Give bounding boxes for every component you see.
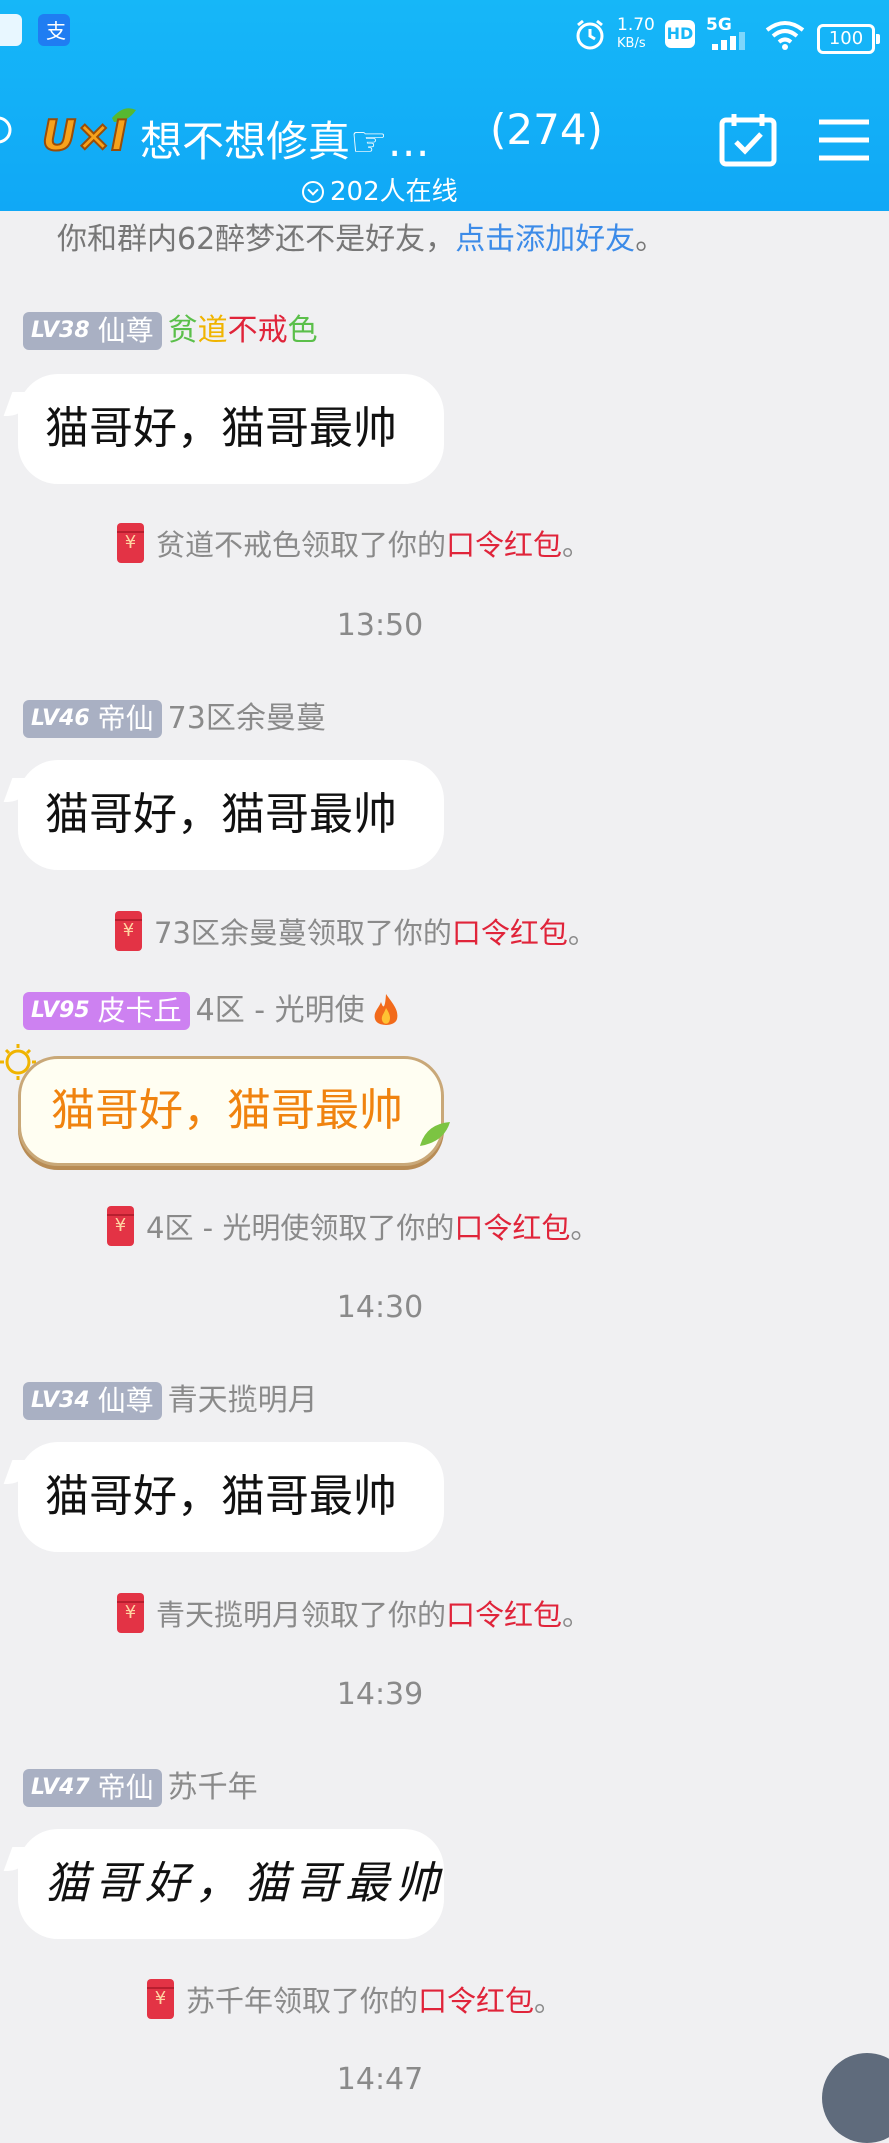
- sender-name-char: 色: [287, 313, 318, 348]
- level-label: LV95: [31, 998, 90, 1023]
- red-packet-receipt: ¥ 4区 - 光明使领取了你的口令红包。: [107, 1203, 599, 1249]
- red-packet-link[interactable]: 口令红包: [452, 916, 568, 950]
- level-label: LV34: [31, 1388, 90, 1413]
- red-packet-link[interactable]: 口令红包: [418, 1984, 534, 2018]
- level-title: 帝仙: [97, 702, 154, 735]
- red-packet-receipt: ¥ 73区余曼蔓领取了你的口令红包。: [115, 908, 597, 954]
- message-bubble[interactable]: 猫哥好，猫哥最帅: [18, 374, 444, 484]
- receipt-text: 苏千年领取了你的: [186, 1984, 419, 2018]
- hd-badge: HD: [665, 20, 695, 48]
- alipay-notification-icon: 支: [38, 14, 70, 46]
- expand-circle-icon: [302, 181, 324, 203]
- level-badge: LV47 帝仙: [23, 1769, 162, 1807]
- message-sender[interactable]: LV95 皮卡丘 4区 - 光明使: [23, 992, 401, 1030]
- back-icon[interactable]: [0, 112, 20, 152]
- red-envelope-icon: ¥: [107, 1206, 134, 1246]
- wifi-icon: [765, 21, 805, 50]
- red-envelope-icon: ¥: [147, 1979, 174, 2019]
- svg-text:U×I: U×I: [42, 111, 127, 160]
- battery-indicator: 100: [817, 24, 880, 54]
- alarm-icon: [576, 19, 604, 50]
- receipt-text: 贫道不戒色领取了你的: [156, 528, 447, 562]
- red-packet-link[interactable]: 口令红包: [446, 1598, 562, 1632]
- red-packet-receipt: ¥ 青天揽明月领取了你的口令红包。: [117, 1590, 591, 1636]
- level-title: 仙尊: [97, 314, 154, 347]
- message-bubble[interactable]: 猫哥好，猫哥最帅: [18, 760, 444, 870]
- message-sender[interactable]: LV38 仙尊 贫道不戒色: [23, 312, 318, 350]
- red-envelope-icon: ¥: [117, 1593, 144, 1633]
- notice-text: 你和群内62醉梦还不是好友，: [57, 222, 456, 257]
- online-count: 202人在线: [330, 177, 458, 207]
- red-envelope-icon: ¥: [115, 911, 142, 951]
- sender-name[interactable]: 青天揽明月: [168, 1382, 318, 1420]
- level-badge: LV38 仙尊: [23, 312, 162, 350]
- message-sender[interactable]: LV46 帝仙 73区余曼蔓: [23, 700, 326, 738]
- receipt-end: 。: [534, 1984, 564, 2018]
- sender-name[interactable]: 73区余曼蔓: [168, 700, 326, 738]
- level-badge: LV34 仙尊: [23, 1382, 162, 1420]
- message-sender[interactable]: LV47 帝仙 苏千年: [23, 1769, 258, 1807]
- receipt-end: 。: [567, 916, 597, 950]
- timestamp: 13:50: [336, 608, 424, 643]
- red-packet-receipt: ¥ 贫道不戒色领取了你的口令红包。: [117, 520, 591, 566]
- online-status[interactable]: 202人在线: [302, 176, 458, 208]
- sender-name-char: 贫: [167, 313, 198, 348]
- level-label: LV38: [31, 318, 90, 343]
- level-title: 仙尊: [97, 1384, 154, 1417]
- member-count: (274): [490, 105, 603, 154]
- red-envelope-icon: ¥: [117, 523, 144, 563]
- sender-name-char: 戒: [257, 313, 288, 348]
- receipt-end: 。: [570, 1211, 600, 1245]
- message-bubble[interactable]: 猫哥好，猫哥最帅: [18, 1829, 444, 1939]
- add-friend-notice: 你和群内62醉梦还不是好友，点击添加好友。: [57, 222, 665, 258]
- svg-text:支: 支: [46, 19, 66, 43]
- calendar-check-icon[interactable]: [719, 112, 777, 168]
- timestamp: 14:47: [336, 2062, 424, 2097]
- fire-icon: [374, 994, 398, 1025]
- status-bar: 支 1.70 KB/s HD 5G 100: [0, 0, 889, 68]
- message-sender[interactable]: LV34 仙尊 青天揽明月: [23, 1382, 318, 1420]
- receipt-end: 。: [562, 1598, 592, 1632]
- red-packet-link[interactable]: 口令红包: [446, 528, 562, 562]
- level-title: 皮卡丘: [97, 994, 182, 1027]
- add-friend-link[interactable]: 点击添加好友: [455, 222, 635, 257]
- receipt-text: 4区 - 光明使领取了你的: [146, 1211, 455, 1245]
- red-packet-receipt: ¥ 苏千年领取了你的口令红包。: [147, 1976, 563, 2022]
- chat-header: 支 1.70 KB/s HD 5G 100 U×I 想不想修真☞… (274) …: [0, 0, 889, 211]
- app-notification-icon: [0, 14, 22, 46]
- net-speed-unit: KB/s: [617, 36, 646, 51]
- level-label: LV47: [31, 1775, 90, 1800]
- leaf-decoration-icon: [420, 1122, 450, 1146]
- scroll-to-bottom-button[interactable]: [822, 2053, 889, 2143]
- receipt-end: 。: [562, 528, 592, 562]
- sender-name[interactable]: 苏千年: [168, 1769, 258, 1807]
- sender-name-char: 道: [197, 313, 228, 348]
- receipt-text: 73区余曼蔓领取了你的: [154, 916, 452, 950]
- sender-name-char: 不: [227, 313, 258, 348]
- level-badge: LV95 皮卡丘: [23, 992, 190, 1030]
- sender-name[interactable]: 贫道不戒色: [168, 312, 318, 350]
- level-badge: LV46 帝仙: [23, 700, 162, 738]
- group-logo: U×I: [40, 104, 136, 161]
- group-title[interactable]: 想不想修真☞…: [140, 116, 430, 168]
- sender-name[interactable]: 4区 - 光明使: [196, 992, 365, 1030]
- timestamp: 14:39: [336, 1677, 424, 1712]
- red-packet-link[interactable]: 口令红包: [454, 1211, 570, 1245]
- timestamp: 14:30: [336, 1290, 424, 1325]
- menu-icon[interactable]: [815, 112, 873, 168]
- signal-icon: [712, 32, 745, 50]
- message-bubble[interactable]: 猫哥好，猫哥最帅: [18, 1056, 444, 1166]
- level-label: LV46: [31, 706, 90, 731]
- message-bubble[interactable]: 猫哥好，猫哥最帅: [18, 1442, 444, 1552]
- level-title: 帝仙: [97, 1771, 154, 1804]
- notice-end: 。: [635, 222, 666, 257]
- net-speed-value: 1.70: [617, 15, 655, 35]
- receipt-text: 青天揽明月领取了你的: [156, 1598, 447, 1632]
